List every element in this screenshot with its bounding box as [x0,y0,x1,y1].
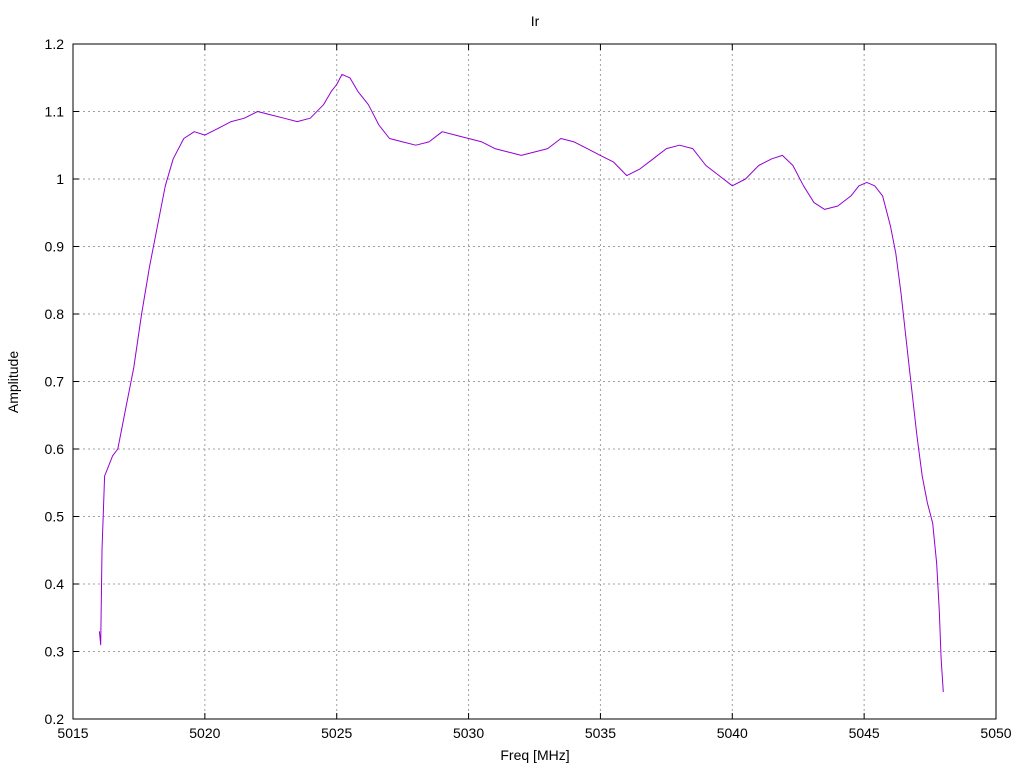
series-line [98,73,944,693]
y-tick-label: 0.2 [45,711,65,727]
y-tick-label: 0.4 [45,576,65,592]
y-axis-label: Amplitude [5,351,21,413]
x-axis-label: Freq [MHz] [500,747,569,763]
chart-title: Ir [531,13,540,29]
y-tick-label: 0.5 [45,509,65,525]
y-tick-label: 0.8 [45,306,65,322]
series-layer [98,73,944,693]
grid-lines [73,44,996,719]
y-tick-label: 0.6 [45,441,65,457]
x-tick-label: 5025 [321,725,352,741]
y-tick-label: 0.9 [45,239,65,255]
x-axis-tick-labels: 5015 5020 5025 5030 5035 5040 5045 5050 [57,725,1011,741]
y-tick-label: 0.3 [45,644,65,660]
x-tick-label: 5050 [980,725,1011,741]
x-tick-label: 5030 [453,725,484,741]
y-axis-tick-labels: 0.2 0.3 0.4 0.5 0.6 0.7 0.8 0.9 1 1.1 1.2 [45,36,65,727]
x-tick-label: 5035 [585,725,616,741]
y-tick-label: 1 [56,171,64,187]
y-tick-label: 1.2 [45,36,65,52]
y-tick-label: 0.7 [45,374,65,390]
x-tick-label: 5040 [717,725,748,741]
line-chart: Ir 5015 5020 5025 5030 5035 5040 5045 5050 0.20… [5,13,1012,763]
y-tick-label: 1.1 [45,104,65,120]
x-tick-label: 5015 [57,725,88,741]
x-tick-label: 5020 [189,725,220,741]
x-tick-label: 5045 [849,725,880,741]
